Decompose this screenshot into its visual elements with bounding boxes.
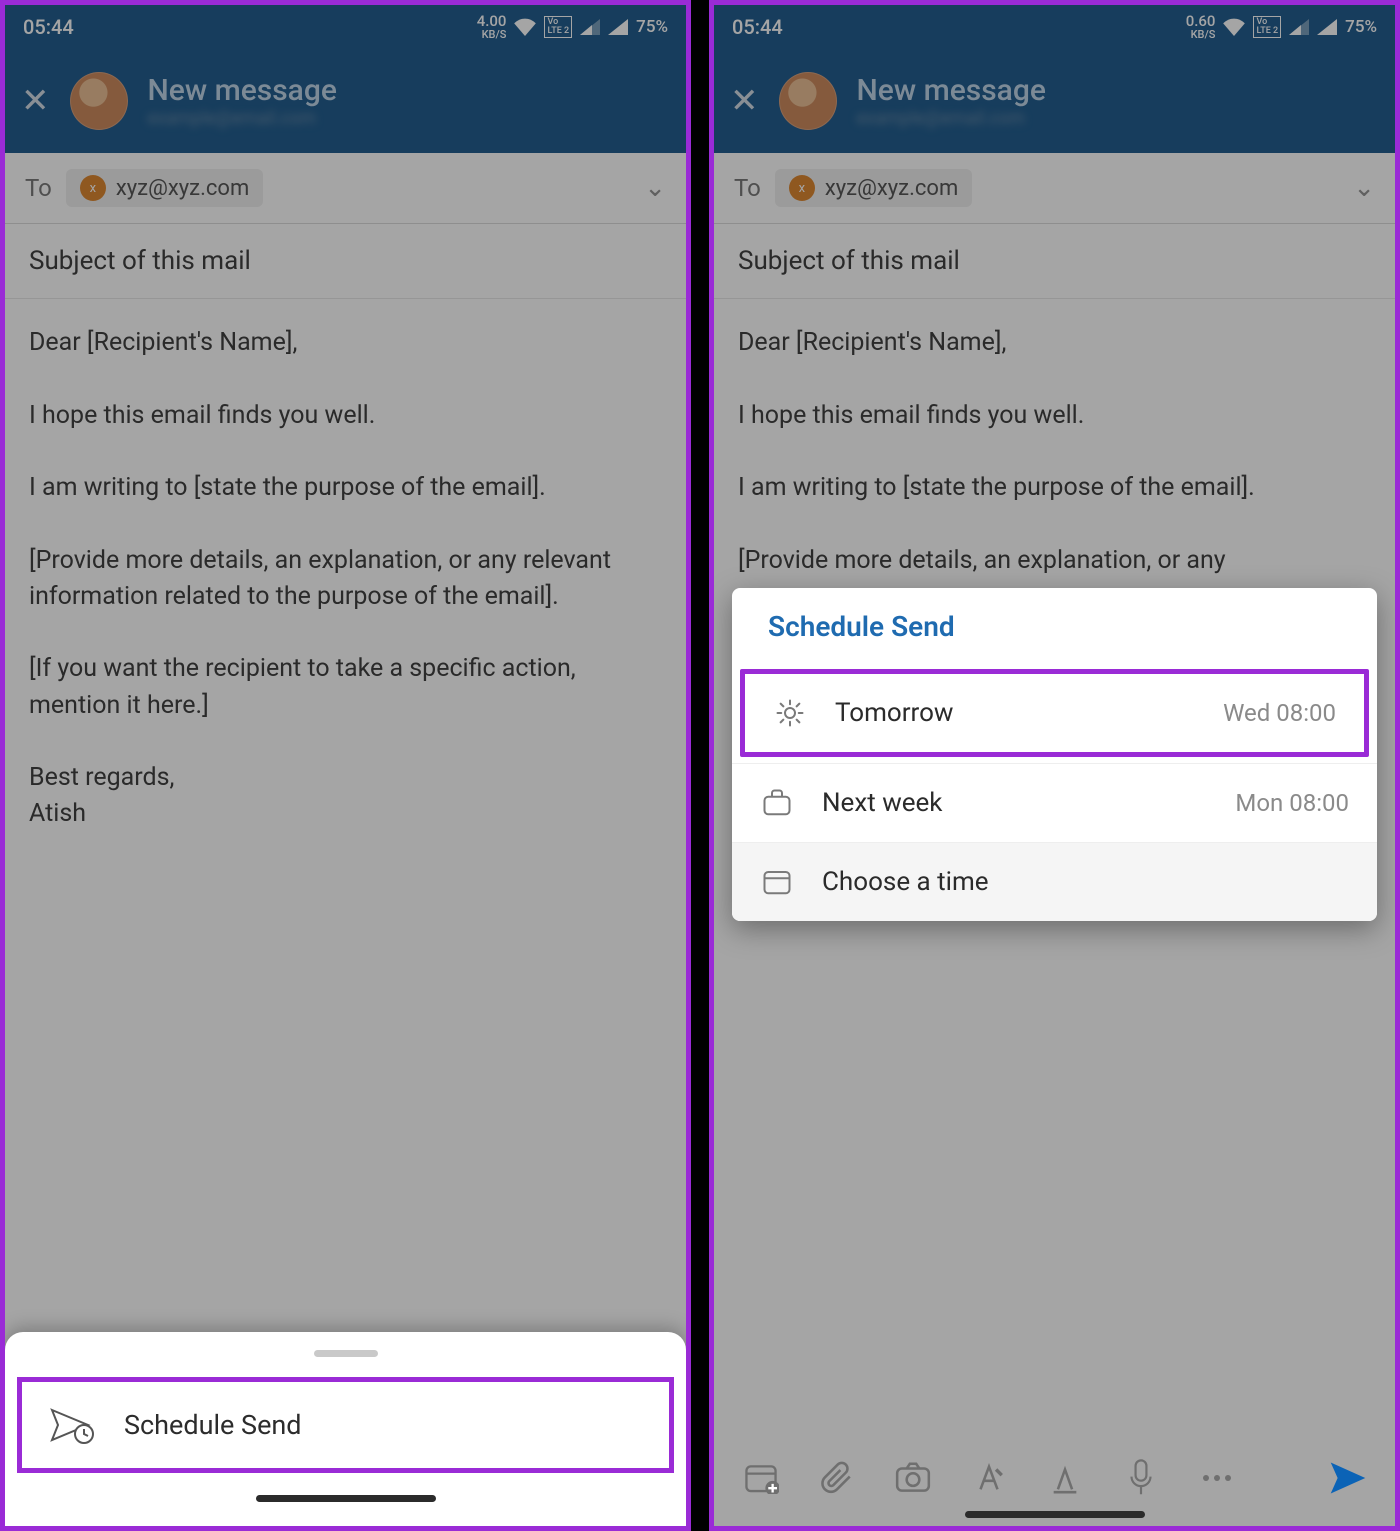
popup-row-label: Next week [822,788,1207,818]
wifi-icon [514,18,536,36]
lte-badge: VoLTE 2 [1253,16,1281,38]
recipient-email: xyz@xyz.com [825,176,958,201]
send-later-icon [50,1406,96,1444]
to-label: To [734,174,761,202]
app-header: ✕ New message example@email.com [5,49,686,153]
recipient-email: xyz@xyz.com [116,176,249,201]
to-label: To [25,174,52,202]
popup-row-label: Tomorrow [835,698,1195,728]
mail-body[interactable]: Dear [Recipient's Name], I hope this ema… [5,299,686,859]
more-icon[interactable] [1196,1457,1238,1499]
schedule-send-option[interactable]: Schedule Send [17,1377,674,1473]
bottom-sheet: Schedule Send [5,1332,686,1526]
popup-row-when: Mon 08:00 [1235,789,1349,817]
close-icon[interactable]: ✕ [730,81,759,121]
status-time: 05:44 [23,15,74,39]
recipient-chip[interactable]: x xyz@xyz.com [66,169,263,207]
phone-screenshot-right: 05:44 0.60KB/S VoLTE 2 75% ✕ New message… [709,0,1400,1531]
drag-handle[interactable] [314,1350,378,1357]
popup-row-nextweek[interactable]: Next week Mon 08:00 [732,763,1377,842]
calendar-icon [760,865,794,899]
popup-row-choose[interactable]: Choose a time [732,842,1377,921]
send-button[interactable] [1327,1457,1369,1499]
mention-icon[interactable] [1044,1457,1086,1499]
subject-field[interactable]: Subject of this mail [5,224,686,299]
popup-row-label: Choose a time [822,867,1321,897]
status-bar: 05:44 4.00KB/S VoLTE 2 75% [5,5,686,49]
chevron-down-icon[interactable]: ⌄ [644,173,666,203]
signal-icon [608,19,628,35]
status-kbs: 0.60KB/S [1186,14,1216,40]
wifi-icon [1223,18,1245,36]
recipient-chip[interactable]: x xyz@xyz.com [775,169,972,207]
status-kbs: 4.00KB/S [477,14,507,40]
status-bar: 05:44 0.60KB/S VoLTE 2 75% [714,5,1395,49]
schedule-send-popup: Schedule Send Tomorrow Wed 08:00 [732,588,1377,921]
status-time: 05:44 [732,15,783,39]
header-subtitle: example@email.com [148,108,337,129]
popup-row-tomorrow[interactable]: Tomorrow Wed 08:00 [740,669,1369,757]
briefcase-icon [760,786,794,820]
close-icon[interactable]: ✕ [21,81,50,121]
to-row[interactable]: To x xyz@xyz.com ⌄ [714,153,1395,224]
calendar-plus-icon[interactable] [740,1457,782,1499]
attachment-icon[interactable] [816,1457,858,1499]
chevron-down-icon[interactable]: ⌄ [1353,173,1375,203]
header-subtitle: example@email.com [857,108,1046,129]
popup-title: Schedule Send [732,588,1377,663]
mic-icon[interactable] [1120,1457,1162,1499]
camera-icon[interactable] [892,1457,934,1499]
nav-pill[interactable] [965,1511,1145,1518]
chip-avatar: x [80,175,106,201]
avatar[interactable] [70,72,128,130]
signal-icon [580,19,600,35]
lte-badge: VoLTE 2 [544,16,572,38]
format-icon[interactable] [968,1457,1010,1499]
mail-body[interactable]: Dear [Recipient's Name], I hope this ema… [714,299,1395,605]
signal-icon [1317,19,1337,35]
header-title: New message [148,73,337,108]
avatar[interactable] [779,72,837,130]
header-title: New message [857,73,1046,108]
nav-pill[interactable] [256,1495,436,1502]
schedule-send-label: Schedule Send [124,1409,302,1441]
phone-screenshot-left: 05:44 4.00KB/S VoLTE 2 75% ✕ New message… [0,0,691,1531]
status-battery: 75% [1345,17,1377,37]
signal-icon [1289,19,1309,35]
app-header: ✕ New message example@email.com [714,49,1395,153]
to-row[interactable]: To x xyz@xyz.com ⌄ [5,153,686,224]
popup-row-when: Wed 08:00 [1223,699,1336,727]
chip-avatar: x [789,175,815,201]
sun-icon [773,696,807,730]
subject-field[interactable]: Subject of this mail [714,224,1395,299]
status-battery: 75% [636,17,668,37]
